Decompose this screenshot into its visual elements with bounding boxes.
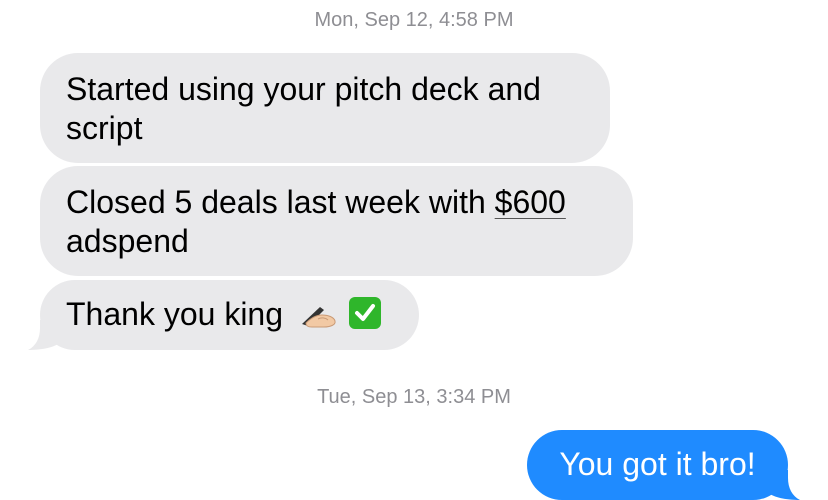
writing-hand-emoji xyxy=(298,297,338,338)
incoming-message-bubble[interactable]: Closed 5 deals last week with $600 adspe… xyxy=(40,166,633,276)
amount-link[interactable]: $600 xyxy=(495,184,566,220)
timestamp: Tue, Sep 13, 3:34 PM xyxy=(317,386,511,408)
incoming-message-bubble[interactable]: Thank you king xyxy=(40,280,419,350)
outgoing-message-bubble[interactable]: You got it bro! xyxy=(527,430,788,500)
incoming-message-bubble[interactable]: Started using your pitch deck and script xyxy=(40,53,610,163)
message-text: Started using your pitch deck and script xyxy=(66,71,541,146)
message-text: Closed 5 deals last week with xyxy=(66,184,495,220)
message-text: Thank you king xyxy=(66,296,284,332)
incoming-bubble-tail xyxy=(28,320,58,350)
check-mark-icon xyxy=(348,297,381,329)
timestamp: Mon, Sep 12, 4:58 PM xyxy=(314,9,514,31)
outgoing-bubble-tail xyxy=(770,470,800,500)
message-text: adspend xyxy=(66,223,189,259)
message-text: You got it bro! xyxy=(559,446,756,482)
